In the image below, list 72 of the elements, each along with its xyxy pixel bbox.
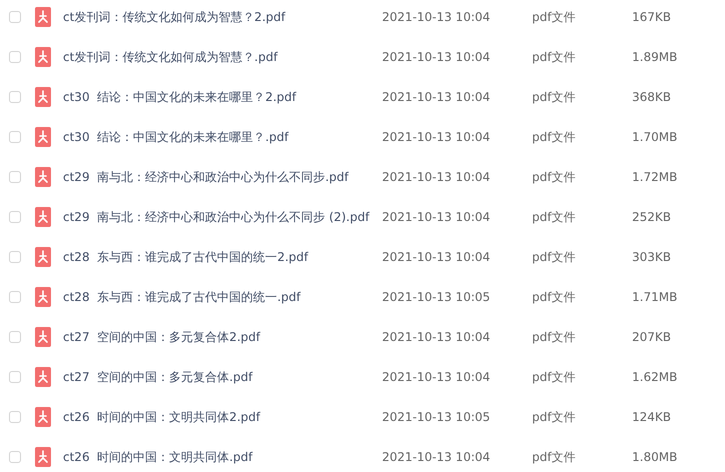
file-name[interactable]: ct27 空间的中国：多元复合体2.pdf bbox=[63, 328, 382, 346]
file-name[interactable]: ct发刊词：传统文化如何成为智慧？2.pdf bbox=[63, 8, 382, 26]
file-name[interactable]: ct29 南与北：经济中心和政治中心为什么不同步.pdf bbox=[63, 168, 382, 186]
file-size: 1.71MB bbox=[632, 290, 678, 304]
modified-date: 2021-10-13 10:04 bbox=[382, 90, 492, 104]
file-size: 1.80MB bbox=[632, 450, 678, 464]
modified-date: 2021-10-13 10:04 bbox=[382, 130, 492, 144]
pdf-file-icon bbox=[35, 367, 51, 387]
pdf-file-icon bbox=[35, 167, 51, 187]
file-size: 1.89MB bbox=[632, 50, 678, 64]
file-type: pdf文件 bbox=[532, 168, 576, 186]
checkbox[interactable] bbox=[9, 291, 21, 303]
modified-date: 2021-10-13 10:04 bbox=[382, 50, 492, 64]
pdf-file-icon bbox=[35, 407, 51, 427]
checkbox[interactable] bbox=[9, 411, 21, 423]
file-name[interactable]: ct28 东与西：谁完成了古代中国的统一2.pdf bbox=[63, 248, 382, 266]
file-name[interactable]: ct30 结论：中国文化的未来在哪里？2.pdf bbox=[63, 88, 382, 106]
checkbox[interactable] bbox=[9, 91, 21, 103]
pdf-file-icon bbox=[35, 327, 51, 347]
modified-date: 2021-10-13 10:04 bbox=[382, 450, 492, 464]
file-name[interactable]: ct27 空间的中国：多元复合体.pdf bbox=[63, 368, 382, 386]
file-size: 124KB bbox=[632, 410, 672, 424]
file-size: 207KB bbox=[632, 330, 672, 344]
file-name[interactable]: ct28 东与西：谁完成了古代中国的统一.pdf bbox=[63, 288, 382, 306]
file-name[interactable]: ct26 时间的中国：文明共同体.pdf bbox=[63, 448, 382, 466]
modified-date: 2021-10-13 10:04 bbox=[382, 170, 492, 184]
modified-date: 2021-10-13 10:04 bbox=[382, 370, 492, 384]
checkbox[interactable] bbox=[9, 131, 21, 143]
modified-date: 2021-10-13 10:04 bbox=[382, 330, 492, 344]
modified-date: 2021-10-13 10:05 bbox=[382, 290, 492, 304]
file-size: 167KB bbox=[632, 10, 672, 24]
file-name[interactable]: ct发刊词：传统文化如何成为智慧？.pdf bbox=[63, 48, 382, 66]
file-type: pdf文件 bbox=[532, 328, 576, 346]
pdf-file-icon bbox=[35, 247, 51, 267]
checkbox[interactable] bbox=[9, 451, 21, 463]
checkbox[interactable] bbox=[9, 51, 21, 63]
file-name[interactable]: ct29 南与北：经济中心和政治中心为什么不同步 (2).pdf bbox=[63, 208, 382, 226]
checkbox[interactable] bbox=[9, 371, 21, 383]
file-type: pdf文件 bbox=[532, 248, 576, 266]
file-type: pdf文件 bbox=[532, 8, 576, 26]
file-size: 303KB bbox=[632, 250, 672, 264]
file-type: pdf文件 bbox=[532, 288, 576, 306]
file-type: pdf文件 bbox=[532, 408, 576, 426]
modified-date: 2021-10-13 10:05 bbox=[382, 410, 492, 424]
checkbox[interactable] bbox=[9, 11, 21, 23]
file-size: 1.62MB bbox=[632, 370, 678, 384]
pdf-file-icon bbox=[35, 87, 51, 107]
file-size: 252KB bbox=[632, 210, 672, 224]
checkbox[interactable] bbox=[9, 251, 21, 263]
pdf-file-icon bbox=[35, 207, 51, 227]
file-size: 1.70MB bbox=[632, 130, 678, 144]
file-type: pdf文件 bbox=[532, 128, 576, 146]
checkbox[interactable] bbox=[9, 171, 21, 183]
pdf-file-icon bbox=[35, 47, 51, 67]
file-type: pdf文件 bbox=[532, 88, 576, 106]
file-size: 1.72MB bbox=[632, 170, 678, 184]
file-name[interactable]: ct30 结论：中国文化的未来在哪里？.pdf bbox=[63, 128, 382, 146]
pdf-file-icon bbox=[35, 447, 51, 467]
file-type: pdf文件 bbox=[532, 208, 576, 226]
file-type: pdf文件 bbox=[532, 448, 576, 466]
pdf-file-icon bbox=[35, 287, 51, 307]
file-type: pdf文件 bbox=[532, 368, 576, 386]
pdf-file-icon bbox=[35, 7, 51, 27]
modified-date: 2021-10-13 10:04 bbox=[382, 250, 492, 264]
checkbox[interactable] bbox=[9, 331, 21, 343]
checkbox[interactable] bbox=[9, 211, 21, 223]
pdf-file-icon bbox=[35, 127, 51, 147]
file-type: pdf文件 bbox=[532, 48, 576, 66]
modified-date: 2021-10-13 10:04 bbox=[382, 10, 492, 24]
file-size: 368KB bbox=[632, 90, 672, 104]
file-name[interactable]: ct26 时间的中国：文明共同体2.pdf bbox=[63, 408, 382, 426]
modified-date: 2021-10-13 10:04 bbox=[382, 210, 492, 224]
